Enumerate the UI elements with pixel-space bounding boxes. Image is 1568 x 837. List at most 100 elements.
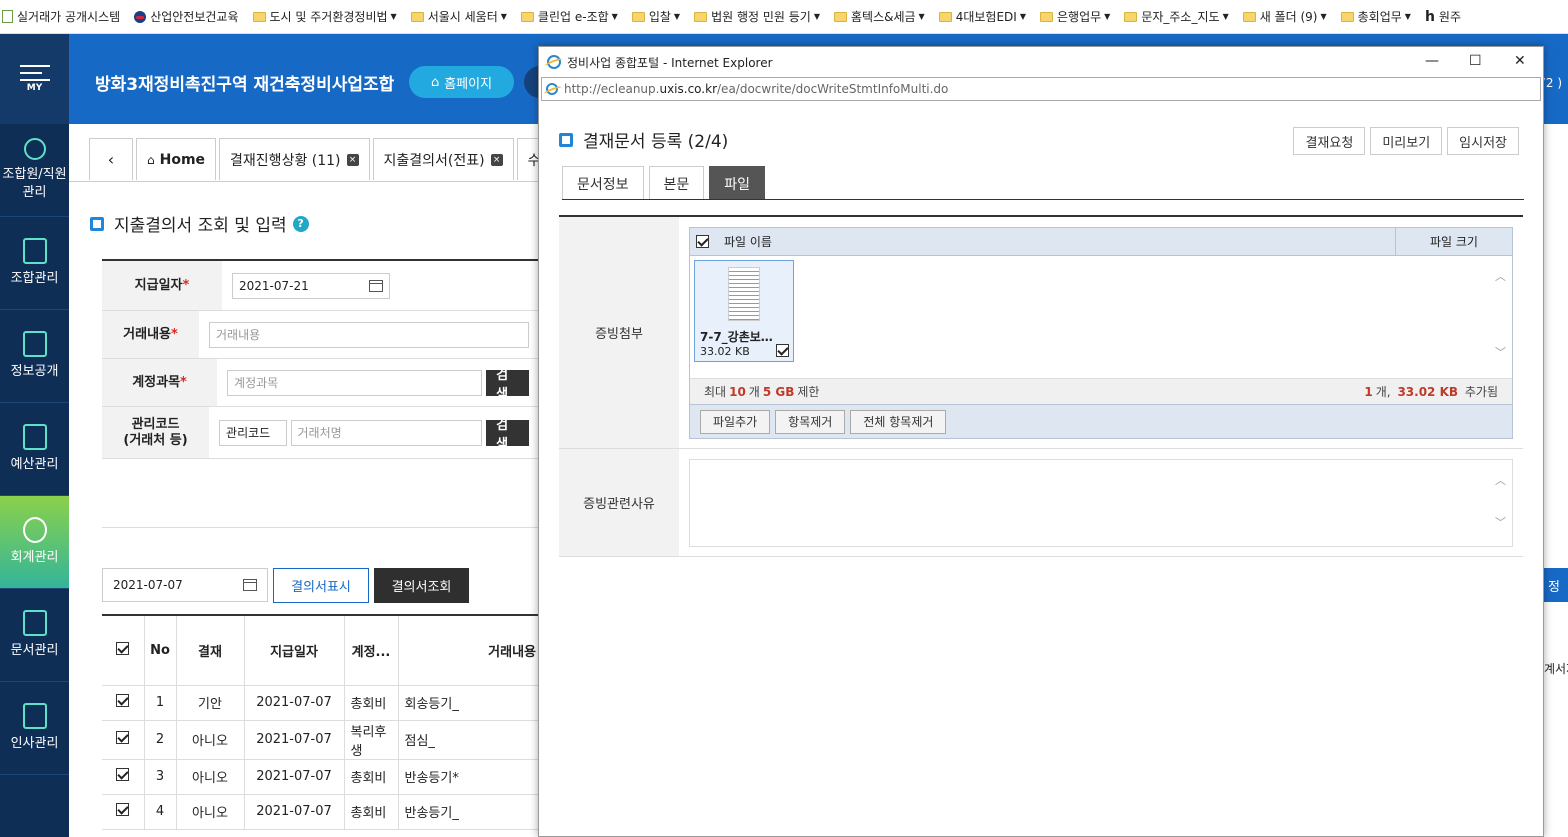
bookmark-item[interactable]: 산업안전보건교육 (134, 8, 239, 25)
ie-popup-window: 정비사업 종합포털 - Internet Explorer — ☐ ✕ http… (538, 46, 1544, 837)
tab-file[interactable]: 파일 (709, 166, 766, 200)
tab-doc-info[interactable]: 문서정보 (562, 166, 644, 200)
row-checkbox[interactable] (116, 803, 130, 816)
address-bar[interactable]: http://ecleanup. uxis.co.kr/ea/docwrite/d… (541, 77, 1541, 101)
caret-down-icon: ▼ (500, 12, 507, 21)
vendor-search-button[interactable]: 검색 (486, 418, 529, 452)
row-checkbox[interactable] (116, 694, 130, 707)
cell-approval: 기안 (176, 685, 245, 721)
expense-form: 지급일자 * 2021-07-21 거래내용 * 거래내용 계정과목 * 계정과목 검… (102, 259, 539, 459)
sidebar-item-label: 조합원/직원 관리 (2, 167, 67, 200)
row-checkbox[interactable] (116, 731, 130, 744)
row-checkbox[interactable] (116, 768, 130, 781)
scroll-up-icon[interactable]: ︿ (1495, 268, 1506, 284)
tab-body[interactable]: 본문 (648, 166, 705, 200)
reason-textarea[interactable]: ︿ ﹀ (689, 459, 1513, 547)
query-resolution-button[interactable]: 결의서조회 (374, 568, 469, 603)
file-thumbnail[interactable]: 7-7_강촌보… 33.02 KB (694, 260, 794, 362)
table-row[interactable]: 2 아니오 2021-07-07 복리후생 점심_ (102, 720, 539, 760)
account-input[interactable]: 계정과목 (227, 369, 483, 396)
list-date-input[interactable]: 2021-07-07 (102, 568, 268, 602)
cell-account: 복리후생 (344, 720, 399, 760)
bookmark-item[interactable]: 도시 및 주거환경정비법 ▼ (252, 8, 397, 25)
vendor-input[interactable]: 거래처명 (290, 419, 483, 446)
bookmark-item[interactable]: 홈텍스&세금 ▼ (833, 8, 925, 25)
uploader-select-all-checkbox[interactable] (695, 235, 709, 248)
document-preview-image (728, 267, 760, 321)
calendar-icon[interactable] (369, 279, 383, 292)
homepage-button[interactable]: ⌂ 홈페이지 (409, 66, 514, 98)
folder-icon (1124, 11, 1138, 22)
bookmark-item[interactable]: 은행업무 ▼ (1039, 8, 1110, 25)
code-input[interactable]: 관리코드 (219, 419, 287, 446)
help-icon[interactable]: ? (292, 215, 309, 232)
house-icon: ⌂ (430, 74, 440, 90)
tab-expense[interactable]: 지출결의서(전표) × (372, 138, 514, 180)
sidebar-item[interactable]: 정보공개 (0, 310, 69, 403)
bookmark-item[interactable]: 4대보험EDI ▼ (938, 8, 1026, 25)
bookmark-item[interactable]: 서울시 세움터 ▼ (410, 8, 507, 25)
sidebar-item[interactable]: 예산관리 (0, 403, 69, 496)
preview-button[interactable]: 미리보기 (1370, 127, 1443, 155)
cell-account: 총회비 (344, 685, 399, 721)
remove-item-button[interactable]: 항목제거 (775, 409, 846, 434)
bookmark-item[interactable]: 총회업무 ▼ (1340, 8, 1411, 25)
sidebar-item[interactable]: 조합관리 (0, 217, 69, 310)
calendar-icon[interactable] (243, 579, 257, 591)
cell-account: 총회비 (344, 759, 399, 795)
minimize-icon[interactable]: — (1425, 53, 1439, 69)
close-icon[interactable]: × (490, 153, 503, 166)
maximize-icon[interactable]: ☐ (1469, 53, 1482, 69)
tab-back-button[interactable]: ‹ (89, 138, 133, 180)
tab-home[interactable]: ⌂ Home (136, 138, 217, 180)
sidebar-item[interactable]: 조합원/직원 관리 (0, 124, 69, 217)
table-row[interactable]: 3 아니오 2021-07-07 총회비 반송등기* (102, 759, 539, 795)
save-draft-button[interactable]: 임시저장 (1447, 127, 1519, 155)
uploader-actions: 파일추가 항목제거 전체 항목제거 (690, 404, 1512, 438)
bookmark-item[interactable]: 실거래가 공개시스템 (2, 8, 120, 25)
select-all-checkbox[interactable] (116, 641, 130, 655)
sidebar-item[interactable]: 인사관리 (0, 682, 69, 775)
left-sidebar: MY 조합원/직원 관리조합관리 정보공개 예산관리 회계관리 문서관리 인사관리 (0, 34, 69, 837)
table-row[interactable]: 1 기안 2021-07-07 총회비 회송등기_ (102, 685, 539, 721)
desc-input[interactable]: 거래내용 (209, 321, 529, 348)
tab-approval-status[interactable]: 결재진행상황 (11) × (219, 138, 370, 180)
bookmark-item[interactable]: 입찰 ▼ (631, 8, 680, 25)
popup-heading: 결재문서 등록 (2/4) (559, 127, 728, 152)
popup-tabs: 문서정보 본문 파일 (562, 166, 770, 200)
request-approval-button[interactable]: 결재요청 (1293, 127, 1366, 155)
close-icon[interactable]: × (346, 153, 359, 166)
account-search-button[interactable]: 검색 (486, 368, 529, 402)
select-all-header[interactable] (102, 615, 145, 686)
form-row-pay-date: 지급일자 * 2021-07-21 (102, 261, 539, 311)
tab-label: 결재진행상황 (11) (230, 152, 341, 169)
bookmark-item[interactable]: h 원주 (1425, 8, 1461, 25)
caret-down-icon: ▼ (813, 12, 820, 21)
cell-no: 2 (144, 720, 177, 760)
folder-icon (938, 11, 952, 22)
my-menu-button[interactable]: MY (0, 34, 69, 124)
sidebar-item[interactable]: 회계관리 (0, 496, 69, 589)
bookmark-item[interactable]: 클린업 e-조합 ▼ (520, 8, 618, 25)
scroll-down-icon[interactable]: ﹀ (1495, 514, 1506, 530)
bookmark-item[interactable]: 새 폴더 (9) ▼ (1242, 8, 1327, 25)
remove-all-button[interactable]: 전체 항목제거 (850, 409, 947, 434)
cell-date: 2021-07-07 (244, 720, 345, 760)
scroll-up-icon[interactable]: ︿ (1495, 472, 1506, 488)
form-divider (102, 527, 539, 528)
bookmark-item[interactable]: 법원 행정 민원 등기 ▼ (694, 8, 820, 25)
bookmark-label: 실거래가 공개시스템 (17, 10, 121, 24)
uploader-file-list: 7-7_강촌보… 33.02 KB ︿ ﹀ (690, 256, 1512, 378)
add-file-button[interactable]: 파일추가 (700, 409, 771, 434)
bookmark-item[interactable]: 문자_주소_지도 ▼ (1124, 8, 1229, 25)
ie-logo-icon (547, 55, 561, 69)
file-checkbox[interactable] (776, 344, 789, 357)
pay-date-input[interactable]: 2021-07-21 (232, 272, 390, 299)
bookmark-label: 도시 및 주거환경정비법 (269, 10, 388, 24)
table-row[interactable]: 4 아니오 2021-07-07 총회비 반송등기_ (102, 794, 539, 830)
close-icon[interactable]: ✕ (1514, 53, 1526, 69)
scroll-down-icon[interactable]: ﹀ (1495, 344, 1506, 360)
right-partial-button[interactable]: 정 (1544, 568, 1568, 602)
sidebar-item[interactable]: 문서관리 (0, 589, 69, 682)
show-resolution-button[interactable]: 결의서표시 (273, 568, 369, 603)
